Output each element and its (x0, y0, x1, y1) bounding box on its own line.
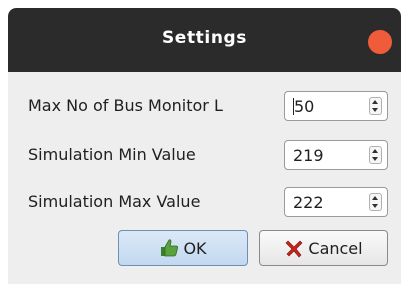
sim-min-spinbox[interactable]: 219 (284, 140, 388, 170)
spin-arrows[interactable] (369, 146, 382, 164)
ok-label: OK (183, 238, 207, 258)
sim-max-value: 222 (293, 193, 324, 212)
spin-arrows[interactable] (369, 97, 382, 115)
spin-arrows[interactable] (369, 193, 382, 211)
close-button[interactable] (368, 30, 392, 54)
sim-min-label: Simulation Min Value (28, 145, 196, 164)
increment-arrow-icon[interactable] (372, 196, 378, 200)
max-bus-monitor-value: 50 (294, 97, 315, 116)
sim-max-label: Simulation Max Value (28, 192, 201, 211)
red-x-icon (285, 240, 303, 258)
title-bar[interactable]: Settings (8, 8, 401, 72)
decrement-arrow-icon[interactable] (372, 108, 378, 112)
sim-min-value: 219 (293, 146, 324, 165)
dialog-title: Settings (161, 28, 248, 48)
increment-arrow-icon[interactable] (372, 149, 378, 153)
ok-button[interactable]: OK (118, 230, 248, 266)
decrement-arrow-icon[interactable] (372, 204, 378, 208)
cancel-label: Cancel (308, 238, 363, 258)
sim-max-spinbox[interactable]: 222 (284, 187, 388, 217)
thumbs-up-icon (161, 239, 179, 257)
increment-arrow-icon[interactable] (372, 100, 378, 104)
max-bus-monitor-spinbox[interactable]: 50 (284, 91, 388, 121)
max-bus-monitor-label: Max No of Bus Monitor L (28, 96, 223, 115)
settings-dialog: Settings Max No of Bus Monitor L 50 Simu… (8, 8, 401, 284)
cancel-button[interactable]: Cancel (259, 230, 388, 266)
decrement-arrow-icon[interactable] (372, 157, 378, 161)
